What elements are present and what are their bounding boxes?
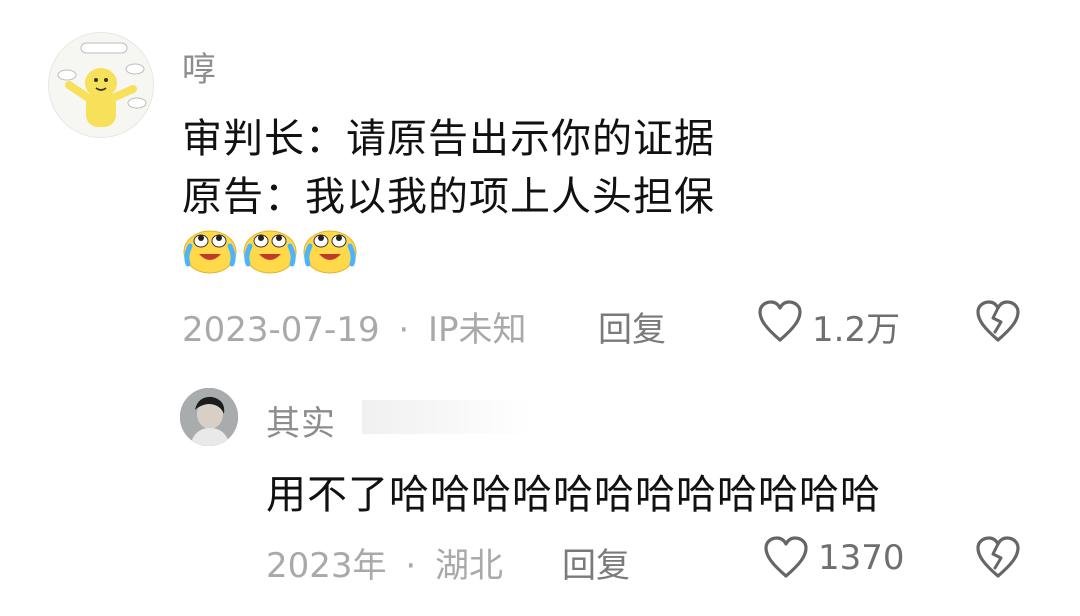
avatar-main[interactable] [48, 32, 154, 138]
like-button[interactable] [756, 298, 804, 344]
reply-date: 2023年 [266, 546, 387, 586]
avatar-person-icon [180, 388, 238, 446]
meta-separator: · [398, 310, 410, 350]
heart-outline-icon [758, 300, 802, 342]
heart-outline-icon [764, 536, 808, 578]
like-count: 1.2万 [812, 310, 901, 350]
crying-laughing-emoji [302, 224, 358, 274]
comment-text-line-1: 审判长：请原告出示你的证据 [182, 116, 715, 162]
meta-separator: · [405, 546, 417, 586]
broken-heart-icon [976, 536, 1020, 578]
reply-username[interactable]: 其实 [266, 396, 336, 445]
like-button[interactable] [762, 534, 810, 580]
like-count: 1370 [818, 538, 905, 578]
comment-text-line-2: 原告：我以我的项上人头担保 [182, 174, 715, 220]
reply-meta: 2023年 · 湖北 [266, 538, 503, 587]
comment-location: IP未知 [428, 310, 527, 350]
emoji-row [182, 224, 358, 274]
username[interactable]: 啍 [182, 42, 217, 91]
comment-meta: 2023-07-19 · IP未知 [182, 302, 527, 351]
avatar-cartoon-icon [49, 33, 153, 137]
reply-text: 用不了哈哈哈哈哈哈哈哈哈哈哈哈 [266, 472, 881, 518]
reply-location: 湖北 [434, 546, 503, 586]
crying-laughing-emoji [242, 224, 298, 274]
dislike-button[interactable] [974, 534, 1022, 580]
blurred-username-part [362, 400, 532, 434]
avatar-reply[interactable] [180, 388, 238, 446]
comment-date: 2023-07-19 [182, 310, 380, 350]
broken-heart-icon [976, 300, 1020, 342]
crying-laughing-emoji [182, 224, 238, 274]
dislike-button[interactable] [974, 298, 1022, 344]
reply-button[interactable]: 回复 [598, 302, 666, 351]
reply-button[interactable]: 回复 [562, 538, 630, 587]
